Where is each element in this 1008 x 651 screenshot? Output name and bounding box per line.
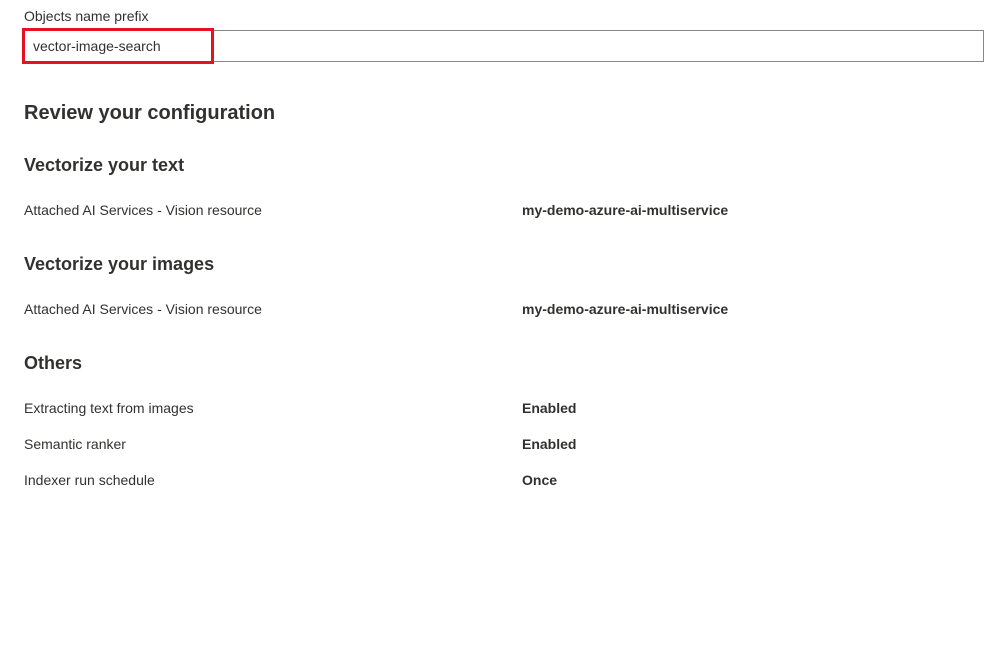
config-label: Extracting text from images: [24, 400, 522, 416]
config-label: Attached AI Services - Vision resource: [24, 301, 522, 317]
section-heading: Vectorize your images: [24, 254, 984, 275]
config-label: Semantic ranker: [24, 436, 522, 452]
config-value: my-demo-azure-ai-multiservice: [522, 202, 728, 218]
section-others: Others Extracting text from images Enabl…: [24, 353, 984, 488]
config-label: Indexer run schedule: [24, 472, 522, 488]
prefix-field-group: Objects name prefix: [24, 8, 984, 62]
config-row: Attached AI Services - Vision resource m…: [24, 202, 984, 218]
config-row: Semantic ranker Enabled: [24, 436, 984, 452]
review-heading: Review your configuration: [24, 102, 984, 125]
config-value: Enabled: [522, 436, 576, 452]
section-heading: Others: [24, 353, 984, 374]
config-value: Enabled: [522, 400, 576, 416]
section-vectorize-text: Vectorize your text Attached AI Services…: [24, 155, 984, 218]
prefix-input-wrap: [24, 30, 984, 62]
objects-name-prefix-input[interactable]: [24, 30, 984, 62]
config-row: Attached AI Services - Vision resource m…: [24, 301, 984, 317]
config-value: my-demo-azure-ai-multiservice: [522, 301, 728, 317]
config-row: Indexer run schedule Once: [24, 472, 984, 488]
config-value: Once: [522, 472, 557, 488]
section-heading: Vectorize your text: [24, 155, 984, 176]
prefix-label: Objects name prefix: [24, 8, 984, 24]
section-vectorize-images: Vectorize your images Attached AI Servic…: [24, 254, 984, 317]
config-label: Attached AI Services - Vision resource: [24, 202, 522, 218]
config-row: Extracting text from images Enabled: [24, 400, 984, 416]
